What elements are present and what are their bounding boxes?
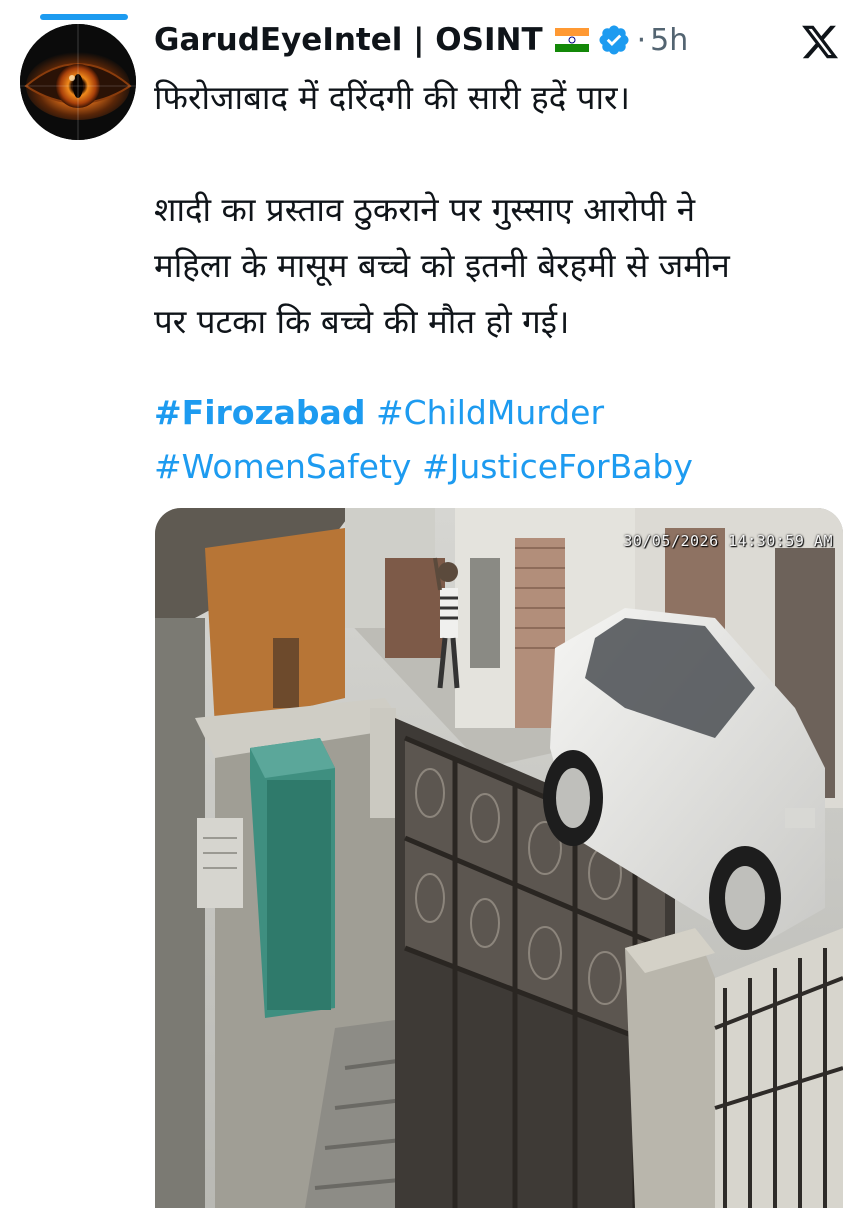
hashtag-link[interactable]: #ChildMurder (376, 393, 604, 432)
top-scroll-indicator (40, 14, 128, 20)
hashtag-link[interactable]: #JusticeForBaby (422, 447, 693, 486)
tweet-timestamp[interactable]: 5h (650, 23, 688, 58)
cctv-timestamp-overlay: 30/05/2026 14:30:59 AM (623, 532, 833, 550)
hashtag-link[interactable]: #Firozabad (154, 393, 365, 432)
verified-badge-icon (597, 23, 631, 57)
hashtag-list: #Firozabad #ChildMurder #WomenSafety #Ju… (154, 386, 844, 494)
tweet-media-video[interactable]: 30/05/2026 14:30:59 AM (155, 508, 843, 1208)
tweet-text-line: महिला के मासूम बच्चे को इतनी बेरहमी से ज… (154, 246, 730, 285)
india-flag-icon (554, 28, 589, 52)
x-logo-icon[interactable] (800, 22, 840, 62)
tweet-text-line: शादी का प्रस्ताव ठुकराने पर गुस्साए आरोप… (154, 190, 696, 229)
tweet-text-line: फिरोजाबाद में दरिंदगी की सारी हदें पार। (154, 78, 630, 117)
time-separator: · (636, 22, 647, 58)
tweet-header: GarudEyeIntel | OSINT · 5h (154, 16, 688, 64)
author-avatar[interactable] (20, 24, 136, 140)
author-display-name[interactable]: GarudEyeIntel | OSINT (154, 22, 543, 58)
cctv-scene-image (155, 508, 843, 1208)
eye-logo-icon (20, 24, 136, 140)
hashtag-link[interactable]: #WomenSafety (154, 447, 411, 486)
tweet-text-line: पर पटका कि बच्चे की मौत हो गई। (154, 302, 570, 341)
tweet-text: फिरोजाबाद में दरिंदगी की सारी हदें पार। … (154, 70, 844, 350)
